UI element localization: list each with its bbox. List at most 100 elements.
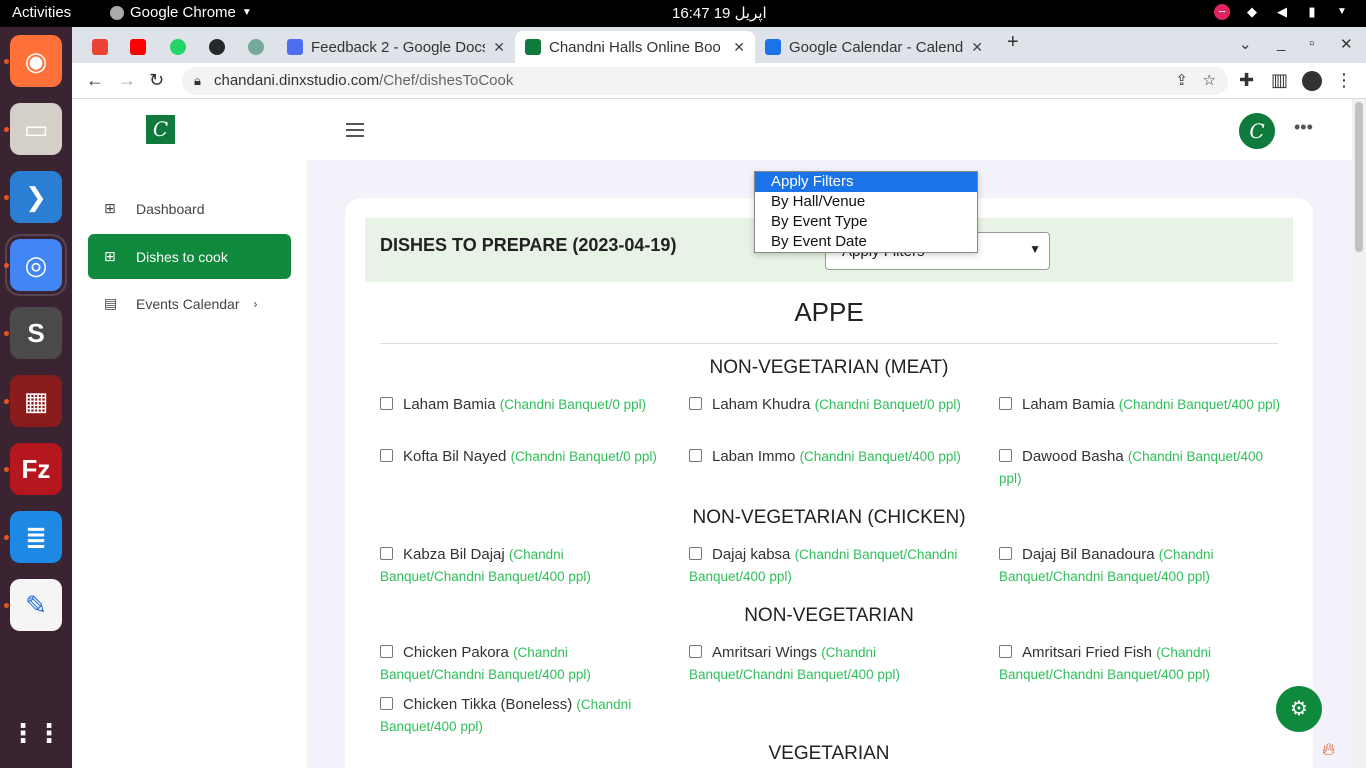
vscode-icon[interactable]: ❯ [10,171,62,223]
writer-icon[interactable]: ≣ [10,511,62,563]
dish-item: Dawood Basha (Chandni Banquet/400 ppl) [999,446,1284,490]
tab-feedback-docs[interactable]: Feedback 2 - Google Docs ✕ [277,31,515,63]
app-grid-icon[interactable]: ⋮⋮ [10,707,62,759]
firefox-icon[interactable]: ◉ [10,35,62,87]
dish-checkbox[interactable] [689,645,702,658]
chrome-icon[interactable]: ◎ [5,234,67,296]
docs-icon [287,39,303,55]
sidebar: ⊞ Dashboard ⊞ Dishes to cook ▤ Events Ca… [72,160,307,768]
system-tray[interactable]: − ◆ ◀ ▮ ▼ [1214,4,1350,20]
terminal-icon[interactable]: ▦ [10,375,62,427]
flame-icon[interactable]: 🔥︎ [1322,739,1335,760]
dish-checkbox[interactable] [689,547,702,560]
chandni-logo[interactable]: C [144,113,177,146]
filter-option[interactable]: By Event Date [755,232,977,252]
do-not-disturb-icon: − [1214,4,1230,20]
settings-gear-button[interactable]: ⚙ [1276,686,1322,732]
tab-google-calendar[interactable]: Google Calendar - Calend ✕ [755,31,993,63]
dish-checkbox[interactable] [380,697,393,710]
grid-icon: ⊞ [104,200,116,216]
chatgpt-pinned-tab-icon[interactable] [248,39,264,55]
chrome-small-icon [110,5,124,20]
dish-name: Laham Bamia [1022,396,1115,413]
dish-meta: (Chandni Banquet/0 ppl) [510,449,657,464]
chandni-logo-icon [525,39,541,55]
bookmark-star-icon[interactable]: ☆ [1203,67,1216,95]
github-pinned-tab-icon[interactable] [209,39,225,55]
back-arrow-icon[interactable]: ← [86,70,104,91]
dish-checkbox[interactable] [380,547,393,560]
minimize-icon[interactable]: _ [1277,35,1285,52]
dish-item: Laban Immo (Chandni Banquet/400 ppl) [689,446,974,468]
sidebar-item-label: Dishes to cook [136,248,228,265]
dish-name: Dawood Basha [1022,448,1124,465]
dish-checkbox[interactable] [380,397,393,410]
dishes-card: DISHES TO PREPARE (2023-04-19) Apply Fil… [345,198,1313,768]
filter-option[interactable]: Apply Filters [755,172,977,192]
dish-name: Dajaj kabsa [712,546,791,563]
dish-checkbox[interactable] [380,645,393,658]
tab-chandni-halls[interactable]: Chandni Halls Online Boo ✕ [515,31,755,63]
page-title: DISHES TO PREPARE (2023-04-19) [380,235,677,255]
sidebar-item-events-calendar[interactable]: ▤ Events Calendar › [88,281,291,326]
dish-checkbox[interactable] [999,547,1012,560]
text-editor-icon[interactable]: ✎ [10,579,62,631]
menu-kebab-icon[interactable]: ⋮ [1335,70,1353,91]
gmail-pinned-tab-icon[interactable] [92,39,108,55]
user-avatar[interactable]: C [1237,111,1277,151]
hamburger-menu-icon[interactable] [346,123,364,141]
url-input[interactable]: 🔒︎ chandani.dinxstudio.com/Chef/dishesTo… [182,67,1228,95]
extensions-icon[interactable]: ✚ [1239,70,1254,91]
document-icon: ▤ [104,295,118,311]
scrollbar[interactable] [1352,99,1366,768]
reload-icon[interactable]: ↻ [149,70,164,91]
dish-checkbox[interactable] [689,449,702,462]
close-icon[interactable]: ✕ [971,39,983,56]
profile-avatar[interactable] [1302,71,1322,91]
dish-checkbox[interactable] [380,449,393,462]
web-page: C C ••• ⊞ Dashboard ⊞ Dishes to cook ▤ E… [72,99,1352,768]
filter-option[interactable]: By Event Type [755,212,977,232]
dish-checkbox[interactable] [689,397,702,410]
clock[interactable]: 16:47 اپریل 19 [672,4,767,22]
window-close-icon[interactable]: ✕ [1340,35,1353,53]
filezilla-icon[interactable]: Fz [10,443,62,495]
dish-checkbox[interactable] [999,645,1012,658]
dish-meta: (Chandni Banquet/0 ppl) [814,397,961,412]
dish-item: Chicken Tikka (Boneless) (Chandni Banque… [380,694,665,738]
dish-checkbox[interactable] [999,397,1012,410]
maximize-icon[interactable]: ▫ [1309,35,1314,52]
dish-meta: (Chandni Banquet/400 ppl) [799,449,961,464]
youtube-pinned-tab-icon[interactable] [130,39,146,55]
filter-option[interactable]: By Hall/Venue [755,192,977,212]
dish-name: Kabza Bil Dajaj [403,546,505,563]
tab-title: Feedback 2 - Google Docs [311,38,486,56]
sidebar-item-label: Events Calendar [136,295,240,312]
dish-name: Chicken Tikka (Boneless) [403,696,573,713]
dish-item: Dajaj Bil Banadoura (Chandni Banquet/Cha… [999,544,1284,588]
forward-arrow-icon[interactable]: → [118,70,136,91]
dish-meta: (Chandni Banquet/0 ppl) [499,397,647,412]
close-icon[interactable]: ✕ [493,39,505,56]
close-icon[interactable]: ✕ [733,39,745,56]
side-panel-icon[interactable]: ▥ [1271,70,1288,91]
new-tab-button[interactable]: + [1007,31,1019,54]
dish-item: Kabza Bil Dajaj (Chandni Banquet/Chandni… [380,544,665,588]
activities-button[interactable]: Activities [12,4,71,21]
battery-icon: ▮ [1308,4,1316,19]
scrollbar-thumb[interactable] [1355,102,1363,252]
dish-checkbox[interactable] [999,449,1012,462]
lock-icon: 🔒︎ [194,73,201,88]
app-menu-label: Google Chrome [130,4,236,21]
sidebar-item-dashboard[interactable]: ⊞ Dashboard [88,186,291,231]
more-options-icon[interactable]: ••• [1294,117,1313,138]
tab-search-chevron-icon[interactable]: ⌄ [1239,35,1252,53]
sublime-icon[interactable]: S [10,307,62,359]
share-icon[interactable]: ⇪ [1175,67,1188,95]
app-menu[interactable]: Google Chrome ▼ [110,4,252,21]
files-icon[interactable]: ▭ [10,103,62,155]
section-heading: NON-VEGETARIAN (MEAT) [709,357,949,378]
system-top-bar: Activities Google Chrome ▼ 16:47 اپریل 1… [0,0,1366,27]
sidebar-item-dishes-to-cook[interactable]: ⊞ Dishes to cook [88,234,291,279]
whatsapp-pinned-tab-icon[interactable] [170,39,186,55]
